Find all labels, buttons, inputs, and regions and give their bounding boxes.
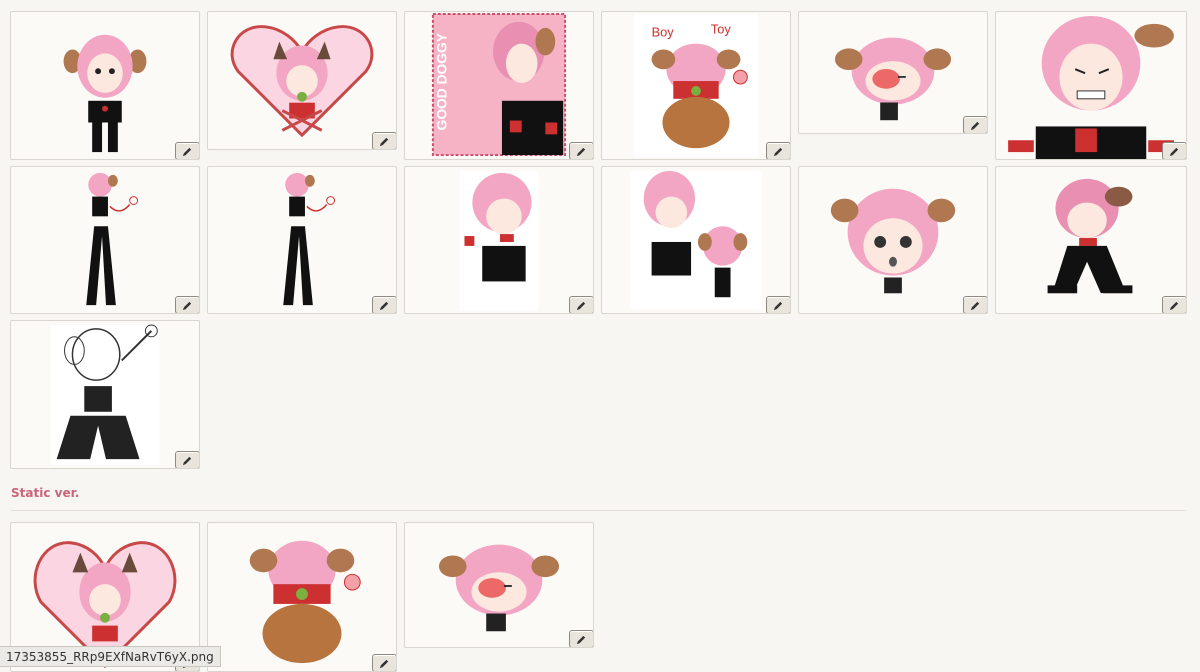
- sticker-tile[interactable]: [995, 166, 1187, 314]
- pencil-icon: [773, 147, 783, 156]
- pencil-icon: [1169, 301, 1179, 310]
- edit-button[interactable]: [175, 142, 199, 159]
- pencil-icon: [379, 301, 389, 310]
- sticker-tile[interactable]: [995, 11, 1187, 160]
- pencil-icon: [182, 301, 192, 310]
- edit-button[interactable]: [963, 116, 987, 133]
- sticker-thumbnail: [799, 167, 987, 313]
- sticker-thumbnail: [11, 167, 199, 313]
- sticker-tile[interactable]: [10, 11, 200, 160]
- pencil-icon: [576, 301, 586, 310]
- edit-button[interactable]: [372, 296, 396, 313]
- sticker-tile[interactable]: [798, 11, 988, 134]
- svg-text:Boy: Boy: [652, 25, 675, 40]
- svg-text:GOOD DOGGY: GOOD DOGGY: [434, 33, 450, 130]
- pencil-icon: [970, 121, 980, 130]
- pencil-icon: [182, 456, 192, 465]
- sticker-thumbnail: [602, 167, 790, 313]
- static-sticker-tile[interactable]: [207, 522, 397, 672]
- edit-button[interactable]: [766, 142, 790, 159]
- sticker-thumbnail: [208, 523, 396, 671]
- sticker-tile[interactable]: [601, 166, 791, 314]
- edit-button[interactable]: [569, 630, 593, 647]
- pencil-icon: [576, 635, 586, 644]
- edit-button[interactable]: [1162, 296, 1186, 313]
- sticker-thumbnail: GOOD DOGGY: [405, 12, 593, 159]
- edit-button[interactable]: [569, 142, 593, 159]
- sticker-tile[interactable]: [10, 166, 200, 314]
- edit-button[interactable]: [1162, 142, 1186, 159]
- sticker-thumbnail: [996, 167, 1186, 313]
- sticker-tile[interactable]: [10, 320, 200, 469]
- sticker-thumbnail: [208, 12, 396, 149]
- sticker-tile[interactable]: [207, 166, 397, 314]
- svg-text:Toy: Toy: [711, 22, 732, 37]
- static-sticker-tile[interactable]: [404, 522, 594, 648]
- sticker-thumbnail: [405, 523, 593, 647]
- sticker-tile[interactable]: [404, 166, 594, 314]
- sticker-thumbnail: [11, 321, 199, 468]
- sticker-tile[interactable]: [207, 11, 397, 150]
- edit-button[interactable]: [372, 654, 396, 671]
- pencil-icon: [379, 137, 389, 146]
- edit-button[interactable]: [963, 296, 987, 313]
- sticker-thumbnail: [996, 12, 1186, 159]
- sticker-thumbnail: [11, 12, 199, 159]
- sticker-thumbnail: [405, 167, 593, 313]
- section-heading-static: Static ver.: [11, 486, 80, 500]
- pencil-icon: [970, 301, 980, 310]
- edit-button[interactable]: [372, 132, 396, 149]
- section-divider: [11, 510, 1186, 511]
- link-status-bar: 17353855_RRp9EXfNaRvT6yX.png: [0, 646, 221, 667]
- edit-button[interactable]: [569, 296, 593, 313]
- edit-button[interactable]: [175, 296, 199, 313]
- pencil-icon: [576, 147, 586, 156]
- edit-button[interactable]: [175, 451, 199, 468]
- pencil-icon: [1169, 147, 1179, 156]
- edit-button[interactable]: [766, 296, 790, 313]
- pencil-icon: [182, 147, 192, 156]
- sticker-thumbnail: [208, 167, 396, 313]
- pencil-icon: [773, 301, 783, 310]
- sticker-tile[interactable]: GOOD DOGGY: [404, 11, 594, 160]
- sticker-thumbnail: Boy Toy: [602, 12, 790, 159]
- sticker-tile[interactable]: [798, 166, 988, 314]
- sticker-thumbnail: [799, 12, 987, 133]
- sticker-tile[interactable]: Boy Toy: [601, 11, 791, 160]
